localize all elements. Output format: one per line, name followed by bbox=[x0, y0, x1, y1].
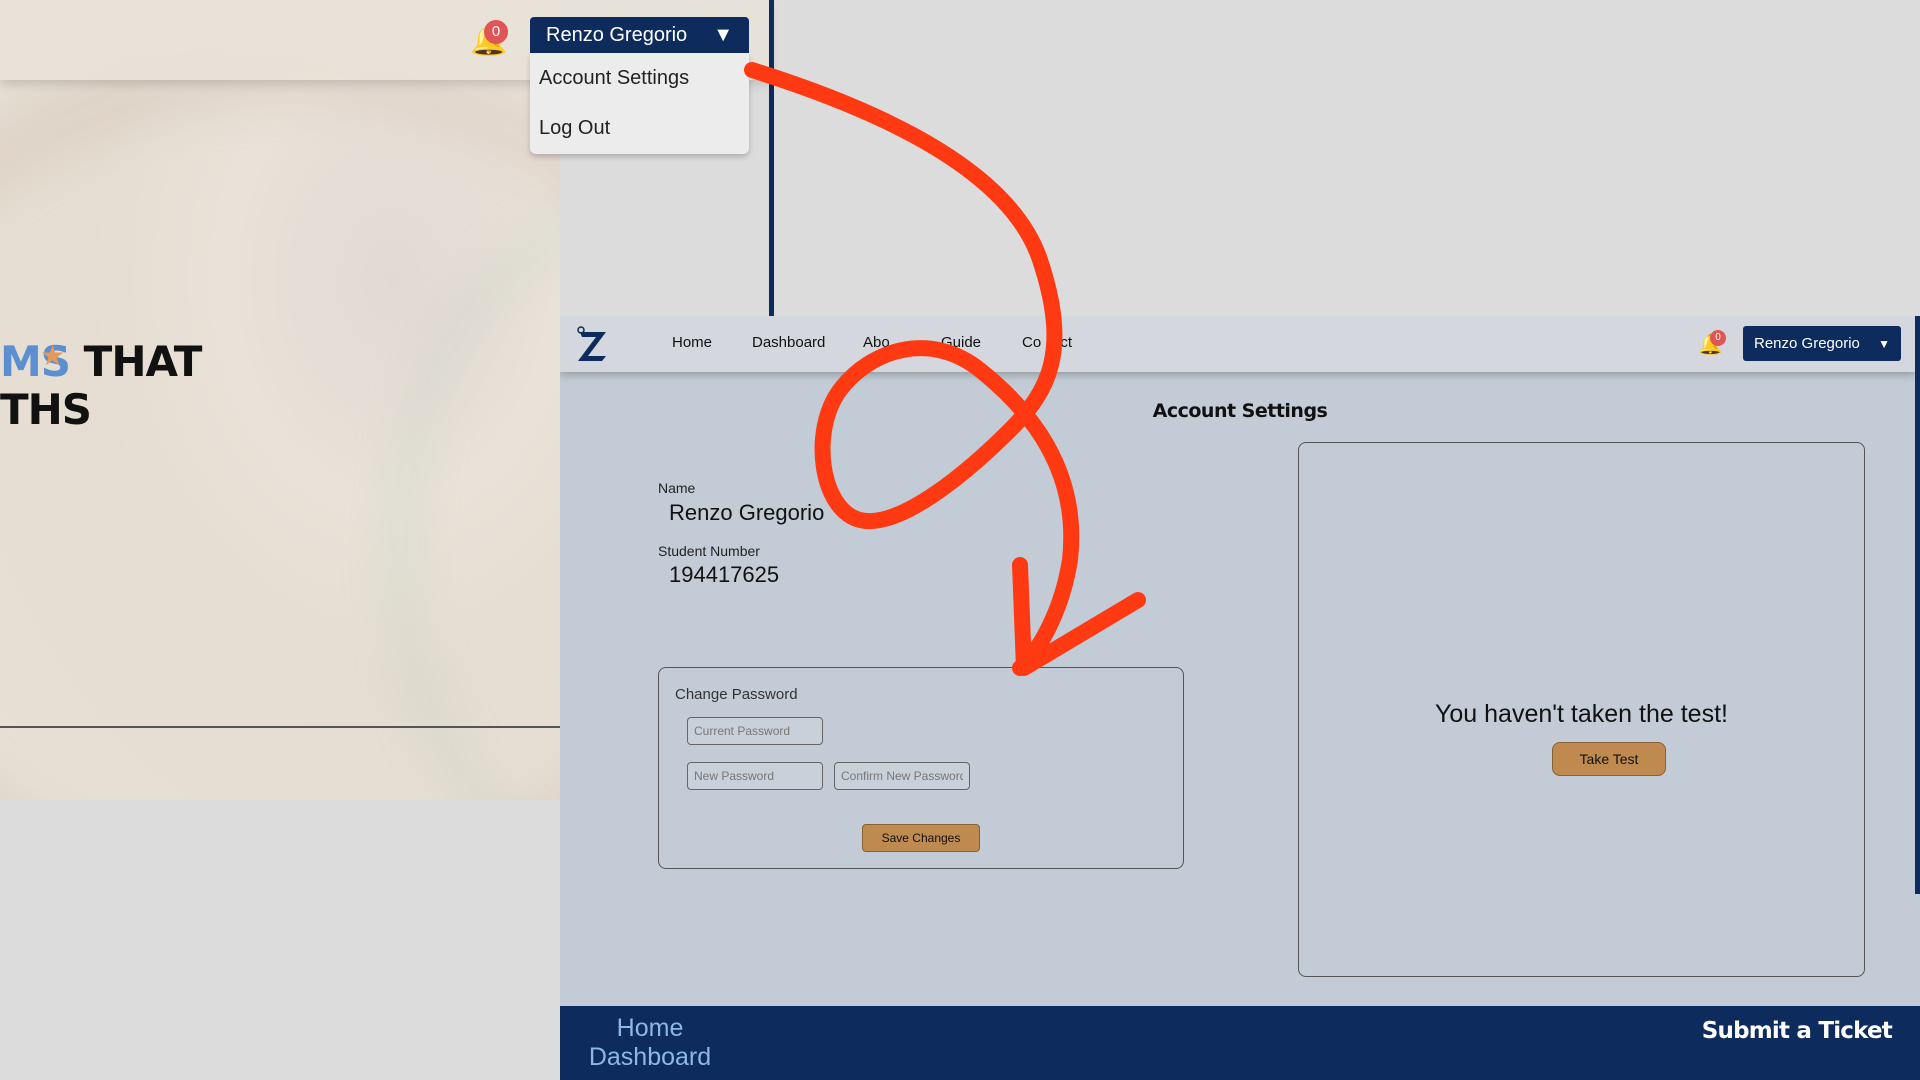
confirm-password-field[interactable] bbox=[834, 762, 970, 790]
footer-link-dashboard[interactable]: Dashboard bbox=[588, 1043, 712, 1072]
nav-about[interactable]: Abo bbox=[863, 334, 890, 351]
top-navbar: Home Dashboard Abo Guide Co act 🔔 0 Renz… bbox=[560, 316, 1915, 372]
chevron-down-icon: ▼ bbox=[1878, 336, 1890, 351]
change-password-title: Change Password bbox=[675, 686, 798, 703]
nav-contact-fragment[interactable]: act bbox=[1052, 334, 1072, 351]
user-menu-name: Renzo Gregorio bbox=[1754, 335, 1860, 352]
user-menu-name: Renzo Gregorio bbox=[546, 23, 688, 46]
change-password-card: Change Password Save Changes bbox=[658, 667, 1184, 869]
notification-badge: 0 bbox=[1710, 330, 1726, 346]
star-icon: ★ bbox=[40, 339, 65, 372]
nav-guide[interactable]: Guide bbox=[941, 334, 981, 351]
vertical-divider bbox=[769, 0, 774, 316]
student-number-value: 194417625 bbox=[669, 562, 780, 587]
menu-item-log-out[interactable]: Log Out bbox=[530, 103, 749, 153]
nav-dashboard[interactable]: Dashboard bbox=[752, 334, 825, 351]
hero-line1-text: THAT bbox=[83, 337, 203, 386]
background-hero-text: ★ MS THAT THS bbox=[0, 337, 203, 434]
hero-line2-text: THS bbox=[0, 385, 92, 434]
chevron-down-icon: ▼ bbox=[713, 23, 733, 46]
save-changes-button[interactable]: Save Changes bbox=[862, 824, 980, 852]
nav-home[interactable]: Home bbox=[672, 334, 712, 351]
logo-icon[interactable] bbox=[576, 326, 610, 362]
test-status-card: You haven't taken the test! Take Test bbox=[1298, 442, 1865, 977]
student-number-label: Student Number bbox=[658, 543, 760, 559]
footer: Home Dashboard Submit a Ticket bbox=[560, 1006, 1920, 1080]
account-settings-window: Home Dashboard Abo Guide Co act 🔔 0 Renz… bbox=[560, 316, 1920, 1080]
name-value: Renzo Gregorio bbox=[669, 500, 825, 525]
take-test-button[interactable]: Take Test bbox=[1552, 742, 1666, 776]
user-menu-button[interactable]: Renzo Gregorio ▼ bbox=[530, 17, 749, 53]
name-label: Name bbox=[658, 480, 696, 496]
test-status-message: You haven't taken the test! bbox=[1435, 700, 1728, 728]
submit-ticket-link[interactable]: Submit a Ticket bbox=[1702, 1018, 1893, 1044]
current-password-field[interactable] bbox=[687, 717, 823, 745]
nav-contact[interactable]: Co bbox=[1022, 334, 1041, 351]
notification-badge: 0 bbox=[484, 20, 508, 44]
user-menu-button[interactable]: Renzo Gregorio ▼ bbox=[1743, 326, 1901, 361]
background-screenshot: ★ MS THAT THS bbox=[0, 0, 560, 800]
user-dropdown-menu: Account Settings Log Out bbox=[530, 53, 749, 154]
footer-link-home[interactable]: Home bbox=[588, 1014, 712, 1043]
new-password-field[interactable] bbox=[687, 762, 823, 790]
background-divider-line bbox=[0, 726, 560, 728]
page-title: Account Settings bbox=[1152, 400, 1328, 422]
menu-item-account-settings[interactable]: Account Settings bbox=[530, 53, 749, 103]
